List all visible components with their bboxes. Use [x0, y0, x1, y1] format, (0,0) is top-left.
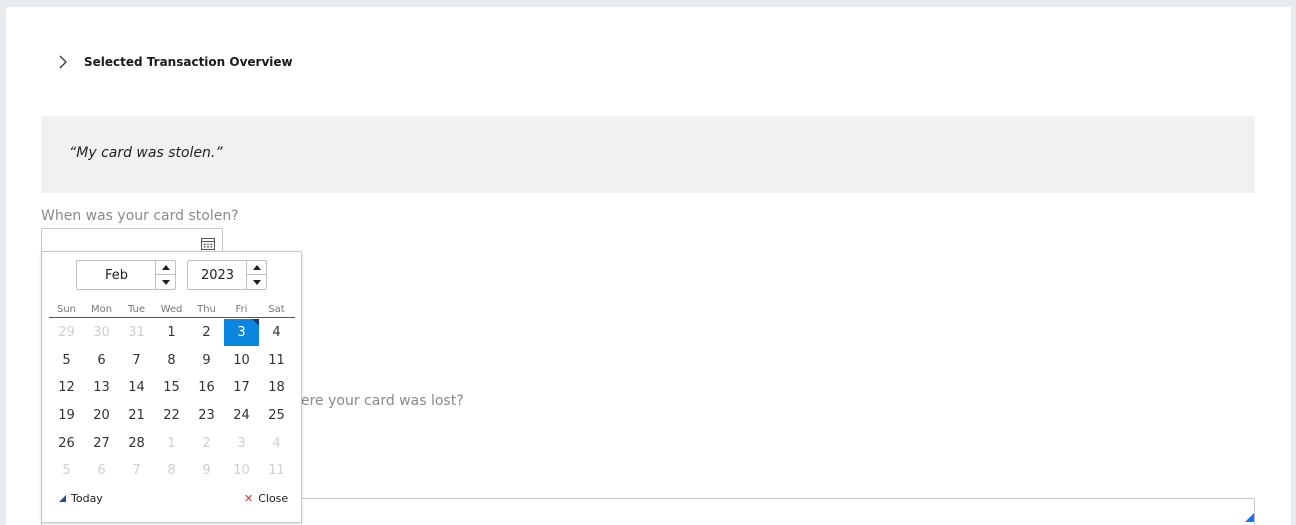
question-where-lost-text: ere your card was lost?	[301, 393, 464, 409]
day-cell[interactable]: 1	[154, 319, 189, 346]
day-cell[interactable]: 24	[224, 402, 259, 429]
weekday-label: Sun	[56, 304, 77, 315]
day-cell[interactable]: 30	[84, 319, 119, 346]
close-button[interactable]: ✕ Close	[244, 492, 288, 505]
day-cell[interactable]: 3	[224, 430, 259, 457]
weekday-label: Wed	[160, 304, 183, 315]
day-cell[interactable]: 19	[49, 402, 84, 429]
day-cell[interactable]: 5	[49, 347, 84, 374]
day-cell[interactable]: 10	[224, 457, 259, 484]
month-spin-buttons	[155, 261, 175, 289]
close-icon: ✕	[244, 492, 254, 505]
day-cell[interactable]: 4	[259, 319, 294, 346]
day-cell[interactable]: 22	[154, 402, 189, 429]
day-cell[interactable]: 2	[189, 430, 224, 457]
day-cell[interactable]: 20	[84, 402, 119, 429]
overview-title: Selected Transaction Overview	[84, 55, 293, 69]
day-cell[interactable]: 11	[259, 457, 294, 484]
day-cell[interactable]: 27	[84, 430, 119, 457]
day-cell[interactable]: 21	[119, 402, 154, 429]
arrow-up-icon	[252, 265, 261, 270]
day-cell-selected[interactable]: 3	[224, 319, 259, 346]
month-spinner[interactable]: Feb	[76, 260, 176, 290]
resize-grip[interactable]	[1245, 513, 1254, 522]
day-cell[interactable]: 26	[49, 430, 84, 457]
weekday-label: Mon	[90, 304, 113, 315]
day-cell[interactable]: 6	[84, 457, 119, 484]
day-cell[interactable]: 12	[49, 374, 84, 401]
weekday-label: Sat	[268, 304, 285, 315]
day-cell[interactable]: 11	[259, 347, 294, 374]
week-row: 5 6 7 8 9 10 11	[49, 347, 295, 375]
day-cell[interactable]: 28	[119, 430, 154, 457]
day-cell[interactable]: 4	[259, 430, 294, 457]
quote-text: “My card was stolen.”	[69, 145, 223, 161]
day-cell[interactable]: 8	[154, 347, 189, 374]
date-picker: Feb 2023 Sun Mon Tue Wed Thu Fri Sat 29 30 31 1 2 3…	[41, 251, 302, 523]
day-cell[interactable]: 17	[224, 374, 259, 401]
day-cell[interactable]: 8	[154, 457, 189, 484]
day-cell[interactable]: 23	[189, 402, 224, 429]
week-row: 19 20 21 22 23 24 25	[49, 402, 295, 430]
arrow-up-icon	[161, 265, 170, 270]
day-cell[interactable]: 2	[189, 319, 224, 346]
week-row: 5 6 7 8 9 10 11	[49, 457, 295, 485]
day-cell[interactable]: 6	[84, 347, 119, 374]
calendar-icon[interactable]	[200, 236, 216, 250]
week-row: 12 13 14 15 16 17 18	[49, 374, 295, 402]
day-cell[interactable]: 29	[49, 319, 84, 346]
day-cell[interactable]: 15	[154, 374, 189, 401]
day-cell[interactable]: 7	[119, 347, 154, 374]
day-cell[interactable]: 9	[189, 347, 224, 374]
day-cell[interactable]: 5	[49, 457, 84, 484]
day-cell[interactable]: 14	[119, 374, 154, 401]
month-up-button[interactable]	[156, 261, 175, 275]
day-grid: 29 30 31 1 2 3 4 5 6 7 8 9 10 11 12 13 14 15 16 17 18 19 20 21 2…	[49, 319, 295, 485]
day-cell[interactable]: 7	[119, 457, 154, 484]
chevron-right-icon[interactable]	[58, 50, 78, 74]
month-value: Feb	[104, 267, 129, 283]
day-cell[interactable]: 16	[189, 374, 224, 401]
year-down-button[interactable]	[247, 275, 266, 289]
today-marker-icon	[59, 495, 66, 502]
day-cell[interactable]: 18	[259, 374, 294, 401]
year-spin-buttons	[246, 261, 266, 289]
weekday-label: Thu	[197, 304, 216, 315]
arrow-down-icon	[252, 279, 261, 285]
picker-footer: Today ✕ Close	[42, 490, 301, 510]
weekday-label: Tue	[127, 304, 146, 315]
day-cell[interactable]: 1	[154, 430, 189, 457]
day-cell[interactable]: 10	[224, 347, 259, 374]
year-value: 2023	[200, 267, 235, 283]
overview-section-header[interactable]: Selected Transaction Overview	[58, 50, 293, 74]
year-spinner[interactable]: 2023	[187, 260, 267, 290]
week-row: 29 30 31 1 2 3 4	[49, 319, 295, 347]
week-row: 26 27 28 1 2 3 4	[49, 430, 295, 458]
year-up-button[interactable]	[247, 261, 266, 275]
month-down-button[interactable]	[156, 275, 175, 289]
today-label: Today	[71, 492, 103, 505]
day-cell[interactable]: 25	[259, 402, 294, 429]
close-label: Close	[258, 492, 289, 505]
weekday-header: Sun Mon Tue Wed Thu Fri Sat	[49, 304, 295, 318]
day-cell[interactable]: 31	[119, 319, 154, 346]
arrow-down-icon	[161, 279, 170, 285]
weekday-label: Fri	[235, 304, 248, 315]
quote-box: “My card was stolen.”	[41, 116, 1255, 193]
day-cell[interactable]: 13	[84, 374, 119, 401]
today-button[interactable]: Today	[59, 492, 103, 505]
day-cell[interactable]: 9	[189, 457, 224, 484]
question-when-stolen: When was your card stolen?	[41, 208, 239, 224]
